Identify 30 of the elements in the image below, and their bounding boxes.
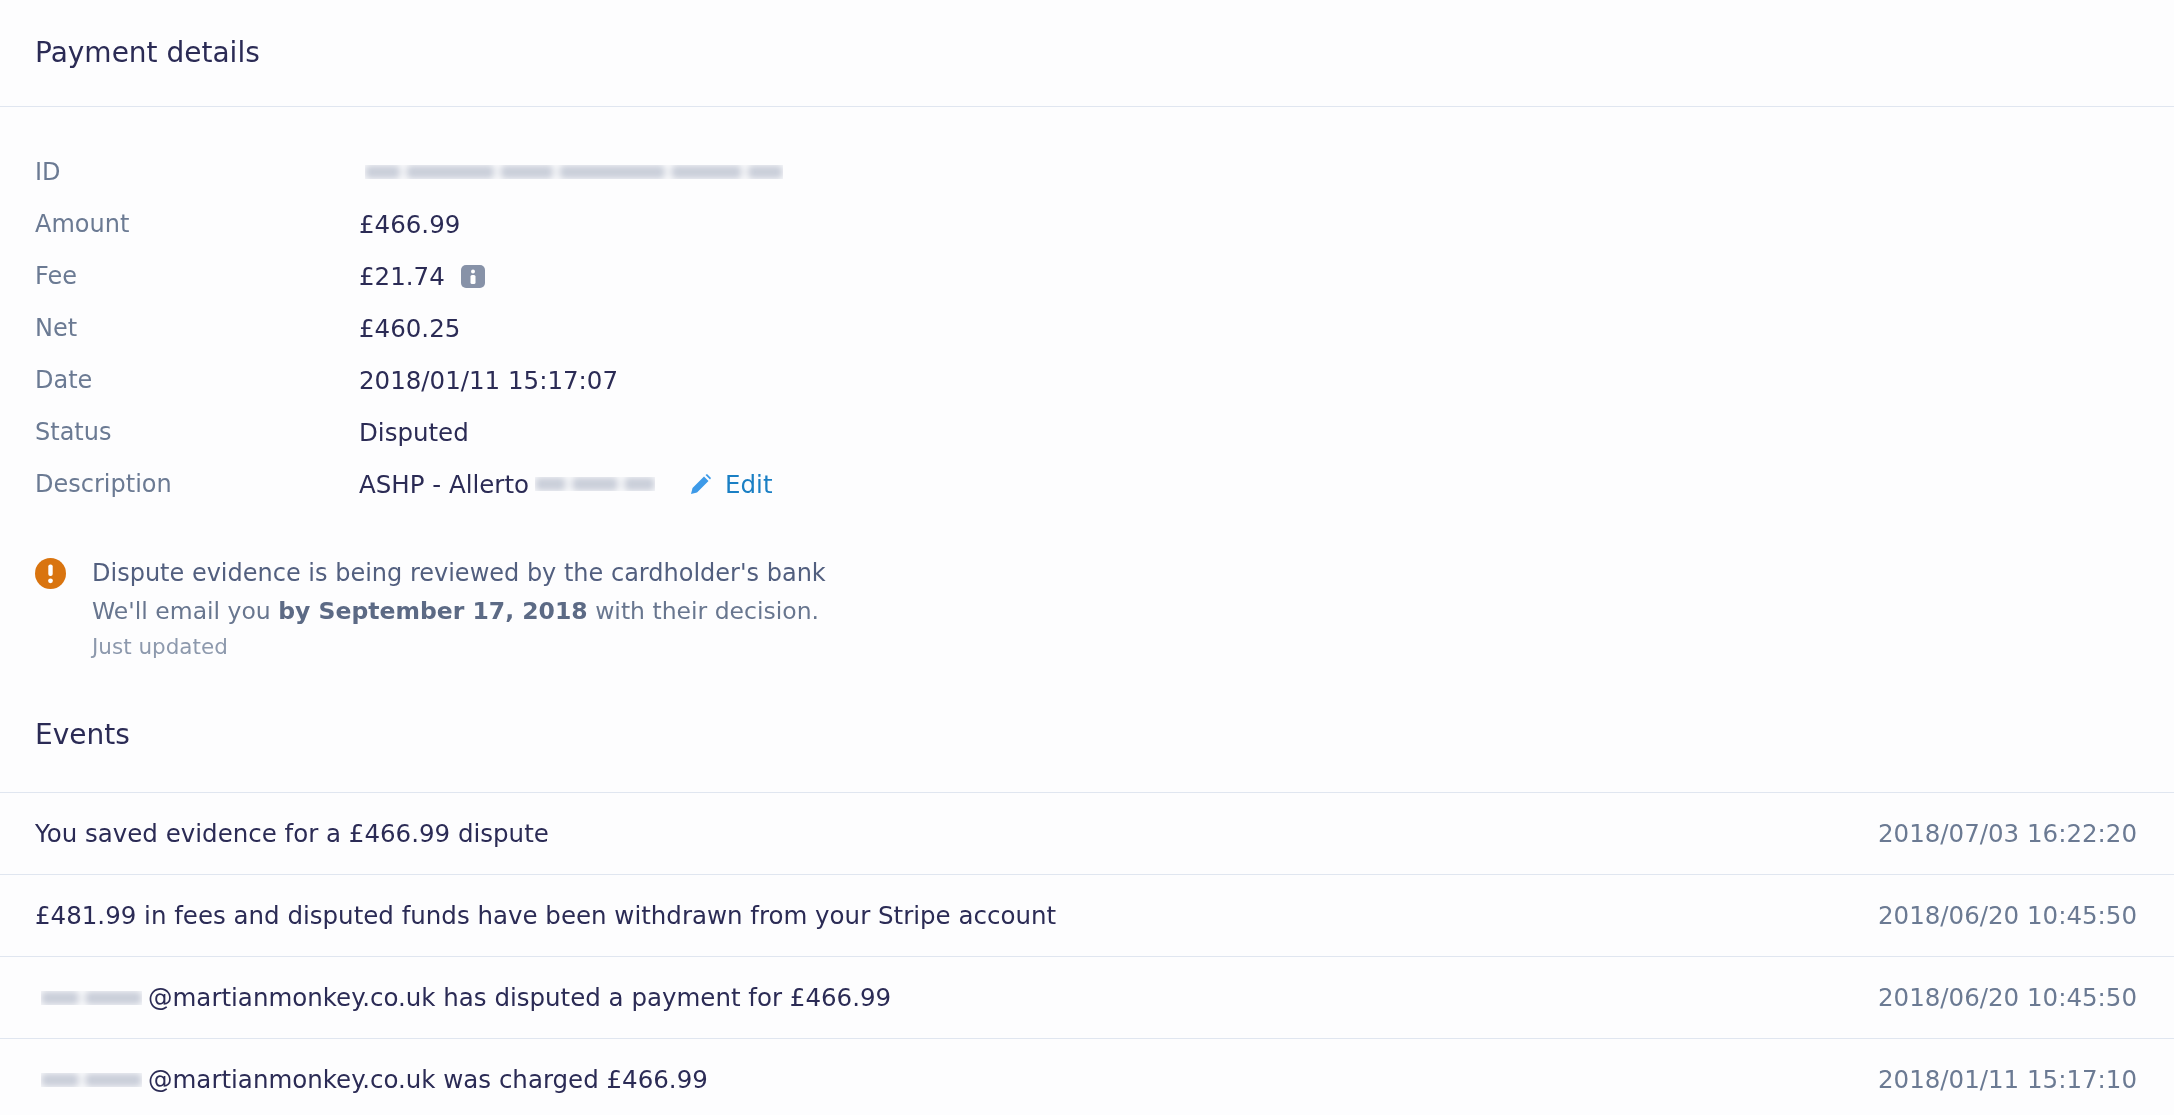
event-time: 2018/07/03 16:22:20 <box>1877 819 2137 848</box>
notice-title: Dispute evidence is being reviewed by the cardholder's bank <box>92 558 826 589</box>
event-text: @martianmonkey.co.uk was charged £466.99 <box>148 1065 708 1094</box>
detail-label: Amount <box>35 210 130 238</box>
edit-link[interactable]: Edit <box>691 469 773 499</box>
event-text: @martianmonkey.co.uk has disputed a payment for £466.99 <box>148 983 892 1012</box>
detail-label: ID <box>35 158 61 186</box>
detail-label: Fee <box>35 262 78 290</box>
info-icon[interactable] <box>460 264 485 288</box>
detail-value: 2018/01/11 15:17:07 <box>359 365 619 395</box>
event-text: You saved evidence for a £466.99 dispute <box>35 819 549 848</box>
updated-time: Just updated <box>92 633 228 661</box>
notice-message: We'll email you by September 17, 2018 with their decision. <box>92 596 820 627</box>
event-time: 2018/06/20 10:45:50 <box>1877 901 2137 930</box>
detail-value: ASHP - Allerto <box>359 469 530 499</box>
detail-value: Disputed <box>359 417 469 447</box>
page-title: Payment details <box>35 35 260 71</box>
section-title: Events <box>35 717 130 753</box>
detail-label: Date <box>35 366 93 394</box>
detail-label: Description <box>35 470 172 498</box>
detail-label: Net <box>35 314 78 342</box>
alert-icon <box>35 557 66 589</box>
event-time: 2018/01/11 15:17:10 <box>1877 1065 2137 1094</box>
detail-label: Status <box>35 418 112 446</box>
detail-value: £21.74 <box>359 261 445 291</box>
detail-value: £460.25 <box>359 313 461 343</box>
pencil-icon <box>691 474 712 494</box>
event-text: £481.99 in fees and disputed funds have been withdrawn from your Stripe account <box>35 901 1057 930</box>
detail-value: £466.99 <box>359 209 461 239</box>
event-time: 2018/06/20 10:45:50 <box>1877 983 2137 1012</box>
